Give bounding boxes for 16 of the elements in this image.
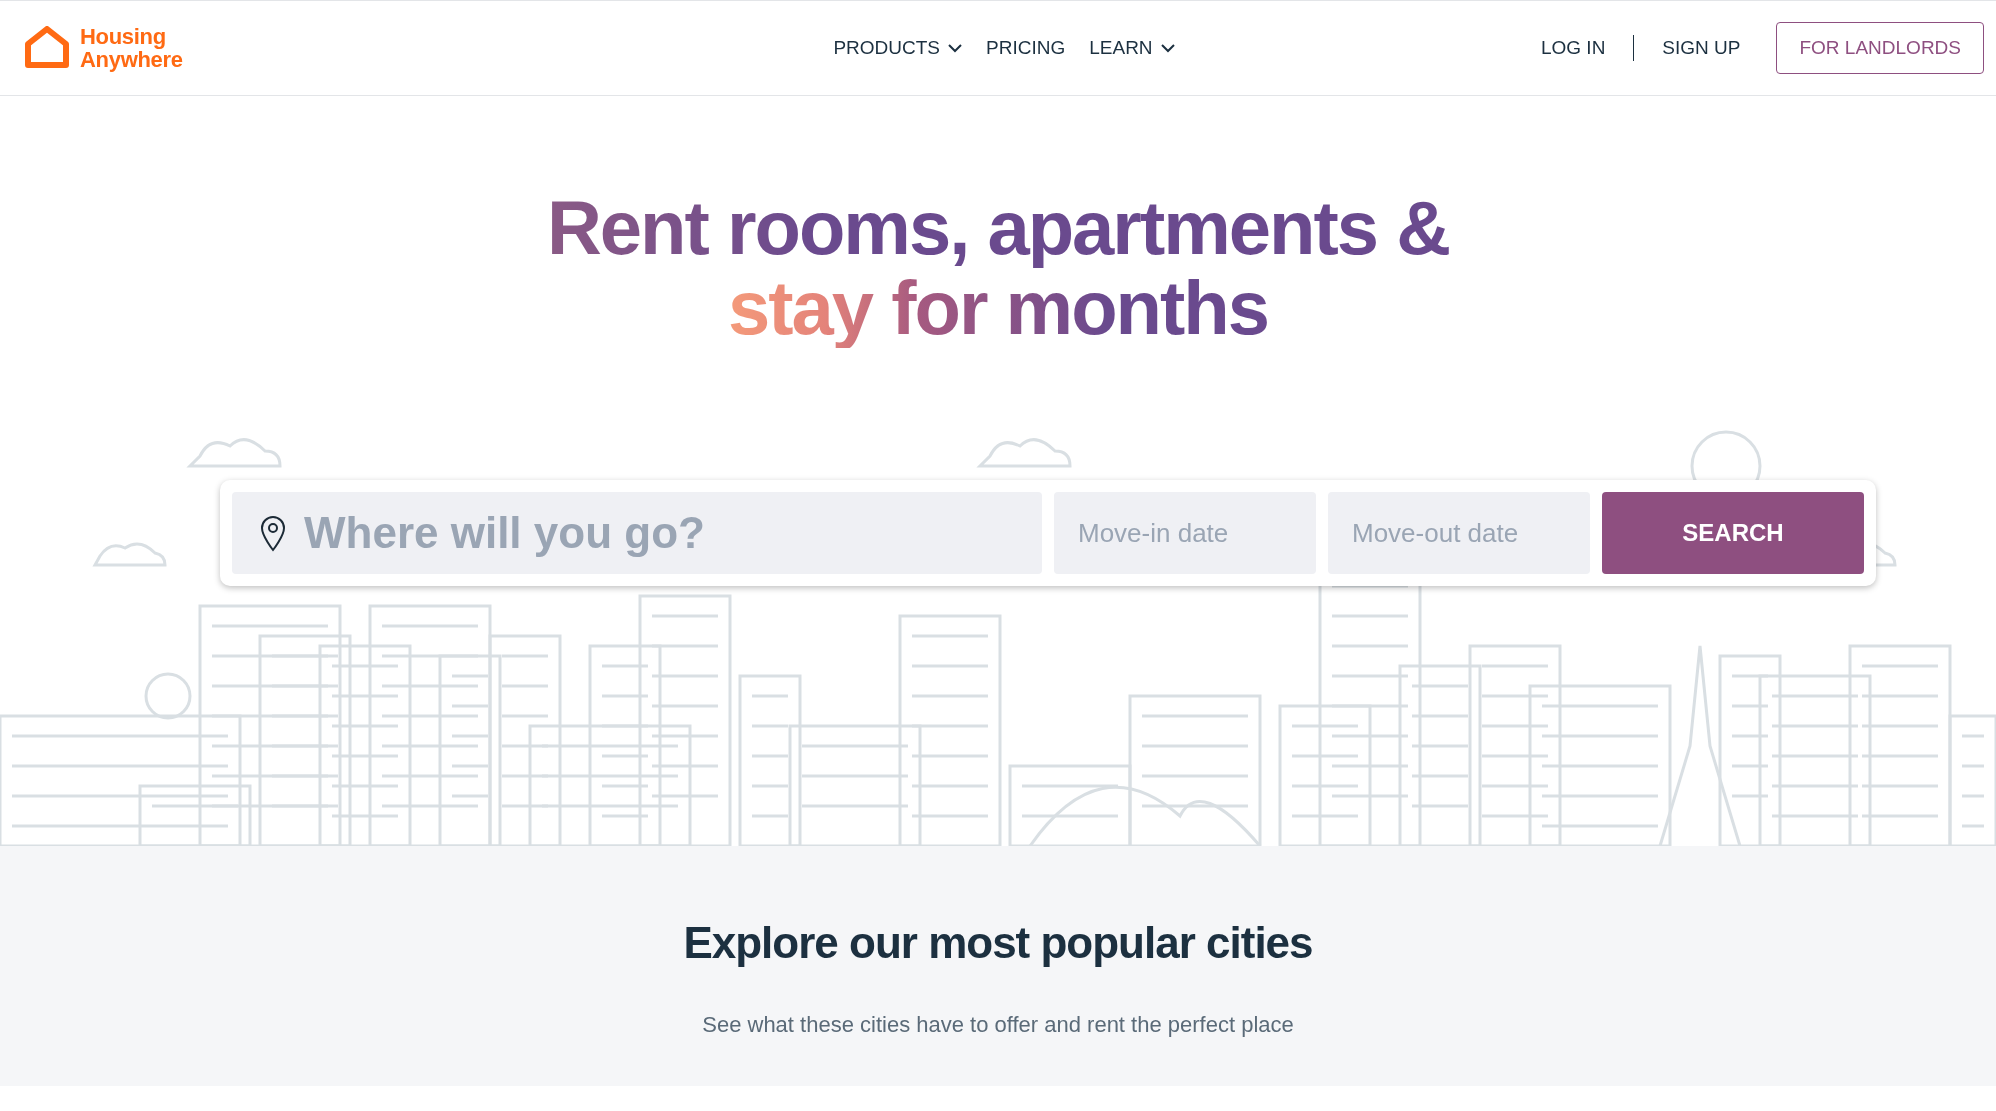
nav-link[interactable]: PRODUCTS [833,37,963,59]
nav-link[interactable]: LEARN [1089,37,1175,59]
location-field[interactable]: Where will you go? [232,492,1042,574]
section-title: Explore our most popular cities [683,918,1313,968]
section-subtitle: See what these cities have to offer and rent the perfect place [702,1012,1294,1038]
nav-link[interactable]: PRICING [986,37,1066,59]
for-landlords-button[interactable]: FOR LANDLORDS [1776,22,1984,74]
move-in-date-field[interactable]: Move-in date [1054,492,1316,574]
search-button[interactable]: SEARCH [1602,492,1864,574]
auth-link[interactable]: SIGN UP [1634,37,1769,59]
chevron-down-icon [948,43,963,53]
move-out-date-field[interactable]: Move-out date [1328,492,1590,574]
map-pin-icon [260,516,286,552]
chevron-down-icon [1160,43,1175,53]
house-logo-icon[interactable] [24,26,70,70]
auth-link[interactable]: LOG IN [1512,37,1634,59]
